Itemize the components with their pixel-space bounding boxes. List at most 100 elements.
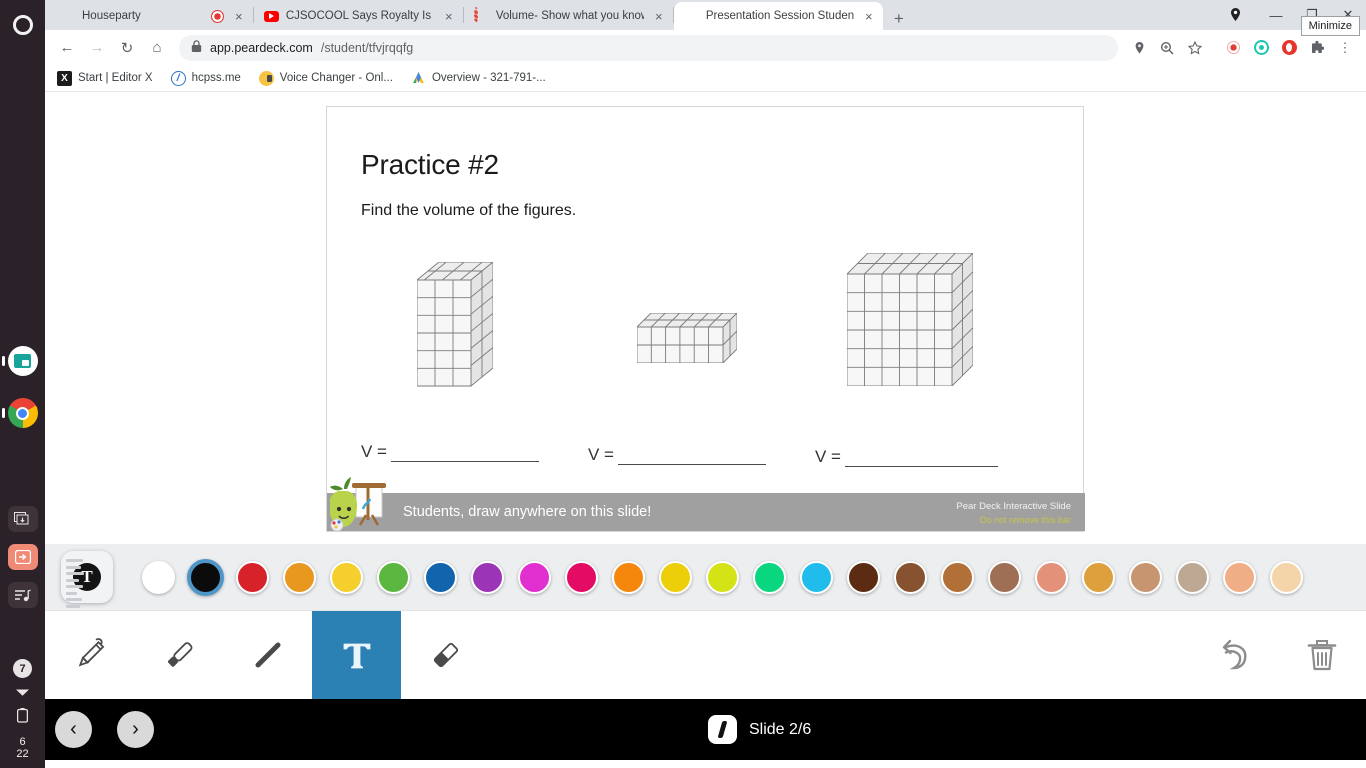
color-swatch-black[interactable] [182, 554, 229, 600]
answer-field-2[interactable]: V = [588, 445, 766, 465]
swatch-fill [612, 560, 645, 594]
tab-title: Houseparty [82, 10, 141, 22]
answer-blank[interactable] [391, 442, 539, 462]
line-tool-button[interactable] [223, 611, 312, 699]
hcpss-icon: / [170, 70, 186, 86]
color-swatch-spring-green[interactable] [746, 554, 793, 600]
eraser-tool-button[interactable] [401, 611, 490, 699]
tab-recording-indicator-icon [210, 9, 224, 23]
adblock-extension-icon[interactable] [1276, 35, 1302, 61]
color-swatch-warm-grey[interactable] [1169, 554, 1216, 600]
minimize-button[interactable]: — [1258, 8, 1294, 23]
swatch-fill [424, 560, 457, 594]
color-swatch-tan[interactable] [1122, 554, 1169, 600]
tab-close-button[interactable]: × [441, 10, 457, 23]
color-swatch-amber-tan[interactable] [1075, 554, 1122, 600]
address-bar[interactable]: app.peardeck.com/student/tfvjrqqfg [179, 34, 1118, 61]
battery-icon[interactable] [16, 708, 29, 726]
browser-tab-presentation-session-student[interactable]: Presentation Session Student × [673, 2, 883, 30]
browser-tab-cjsocool[interactable]: CJSOCOOL Says Royalty Is For T × [254, 2, 463, 30]
bookmark-start-editor-x[interactable]: X Start | Editor X [57, 70, 153, 86]
wifi-icon[interactable] [15, 686, 30, 700]
color-swatch-yellow[interactable] [323, 554, 370, 600]
music-playlist-icon[interactable] [7, 582, 38, 608]
next-slide-button[interactable]: › [117, 711, 154, 748]
url-domain: app.peardeck.com [210, 40, 313, 55]
color-swatch-taupe-brown[interactable] [981, 554, 1028, 600]
chrome-app-icon[interactable] [1, 396, 40, 430]
slide-counter-label: Slide 2/6 [749, 720, 812, 738]
color-swatch-pink[interactable] [558, 554, 605, 600]
tab-close-button[interactable]: × [651, 10, 667, 23]
omnibox-icons: ⋮ [1126, 35, 1358, 61]
answer-label: V = [588, 445, 614, 464]
new-tab-button[interactable]: + [883, 10, 915, 30]
color-swatch-magenta[interactable] [511, 554, 558, 600]
location-pin-icon[interactable] [1228, 7, 1244, 23]
forward-button[interactable]: → [83, 34, 111, 62]
recorder-extension-icon[interactable] [1220, 35, 1246, 61]
browser-tab-volume[interactable]: Volume- Show what you know × [464, 2, 673, 30]
answer-field-3[interactable]: V = [815, 447, 998, 467]
color-swatch-orange[interactable] [276, 554, 323, 600]
color-swatch-green[interactable] [370, 554, 417, 600]
color-swatch-list[interactable] [135, 554, 1366, 600]
marker-tool-button[interactable] [134, 611, 223, 699]
home-button[interactable]: ⌂ [143, 34, 171, 62]
color-swatch-red[interactable] [229, 554, 276, 600]
color-swatch-cyan[interactable] [793, 554, 840, 600]
color-swatch-salmon[interactable] [1028, 554, 1075, 600]
location-pin-icon[interactable] [1126, 35, 1152, 61]
bookmark-hcpss[interactable]: / hcpss.me [170, 70, 241, 86]
login-icon[interactable] [7, 544, 38, 570]
tab-close-button[interactable]: × [861, 10, 877, 23]
color-swatch-purple[interactable] [464, 554, 511, 600]
zoom-search-icon[interactable] [1154, 35, 1180, 61]
color-swatch-dark-orange[interactable] [605, 554, 652, 600]
slide-canvas[interactable]: Practice #2 Find the volume of the figur… [326, 106, 1085, 532]
swatch-fill [1082, 560, 1115, 594]
color-swatch-gold[interactable] [652, 554, 699, 600]
text-tool-button[interactable] [312, 611, 401, 699]
color-swatch-lime[interactable] [699, 554, 746, 600]
tab-close-button[interactable]: × [231, 10, 247, 23]
system-clock[interactable]: 6 22 [16, 736, 28, 768]
grammar-extension-icon[interactable] [1248, 35, 1274, 61]
bookmark-star-icon[interactable] [1182, 35, 1208, 61]
url-path: /student/tfvjrqqfg [320, 40, 414, 55]
bookmark-voice-changer[interactable]: Voice Changer - Onl... [258, 70, 393, 86]
swatch-fill [1270, 560, 1303, 594]
color-palette-bar: T [45, 544, 1366, 610]
marker-icon [158, 634, 200, 676]
color-swatch-brown[interactable] [887, 554, 934, 600]
bookmark-overview-meet[interactable]: Overview - 321-791-... [411, 71, 546, 86]
color-swatch-pale-peach[interactable] [1263, 554, 1310, 600]
notification-badge[interactable]: 7 [13, 659, 32, 678]
pencil-tool-button[interactable] [45, 611, 134, 699]
answer-blank[interactable] [618, 445, 766, 465]
color-swatch-dark-brown[interactable] [840, 554, 887, 600]
back-button[interactable]: ← [53, 34, 81, 62]
chrome-menu-icon[interactable]: ⋮ [1332, 35, 1358, 61]
browser-tab-houseparty[interactable]: Houseparty × [50, 2, 253, 30]
line-icon [247, 634, 289, 676]
files-app-icon[interactable] [1, 344, 40, 378]
reload-button[interactable]: ↻ [113, 34, 141, 62]
answer-blank[interactable] [845, 447, 998, 467]
screenshot-icon[interactable] [7, 506, 38, 532]
color-swatch-white[interactable] [135, 554, 182, 600]
undo-button[interactable] [1188, 611, 1277, 699]
eraser-icon [425, 634, 467, 676]
color-swatch-medium-brown[interactable] [934, 554, 981, 600]
swatch-fill [565, 560, 598, 594]
extensions-puzzle-icon[interactable] [1304, 35, 1330, 61]
answer-field-1[interactable]: V = [361, 442, 539, 462]
text-tool-badge[interactable]: T [61, 551, 113, 608]
color-swatch-light-peach[interactable] [1216, 554, 1263, 600]
previous-slide-button[interactable]: ‹ [55, 711, 92, 748]
color-swatch-blue[interactable] [417, 554, 464, 600]
peardeck-bar-message: Students, draw anywhere on this slide! [403, 504, 652, 520]
delete-button[interactable] [1277, 611, 1366, 699]
swatch-fill [800, 560, 833, 594]
system-menu-icon[interactable] [6, 8, 40, 42]
